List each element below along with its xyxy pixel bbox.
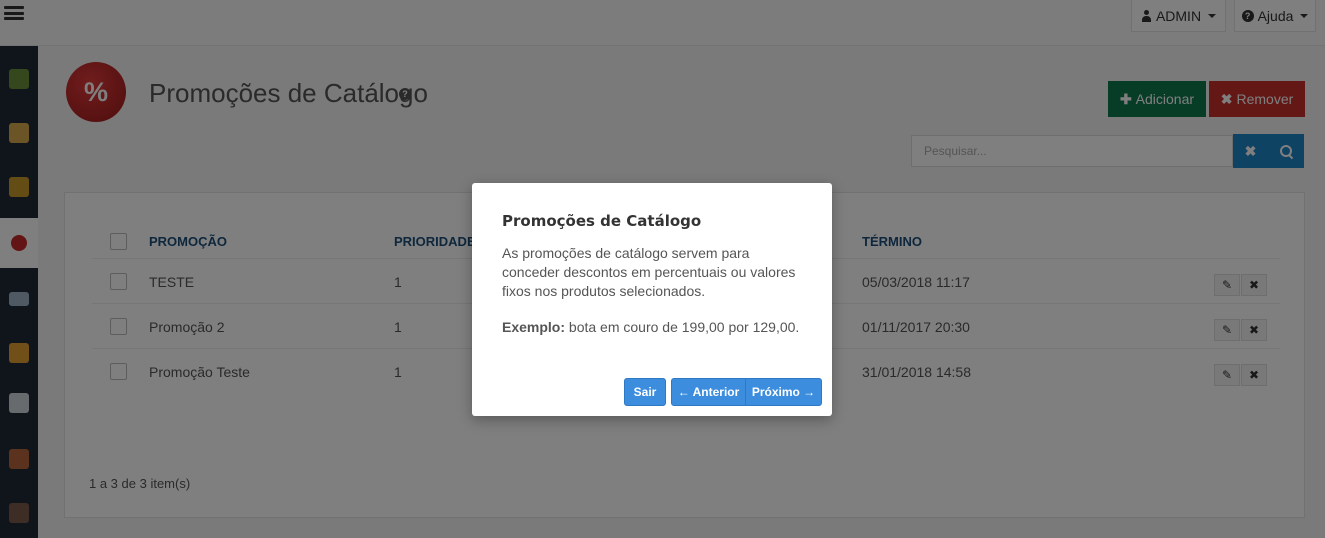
dialog-example: Exemplo: bota em couro de 199,00 por 129… (502, 319, 812, 335)
tour-dialog: Promoções de Catálogo As promoções de ca… (472, 183, 832, 416)
example-text: bota em couro de 199,00 por 129,00. (565, 319, 800, 335)
example-label: Exemplo: (502, 319, 566, 335)
dialog-title: Promoções de Catálogo (502, 212, 702, 230)
dialog-body: As promoções de catálogo servem para con… (502, 245, 796, 299)
exit-button[interactable]: Sair (624, 378, 666, 406)
previous-button[interactable]: ← Anterior (671, 378, 746, 406)
next-button[interactable]: Próximo → (745, 378, 822, 406)
